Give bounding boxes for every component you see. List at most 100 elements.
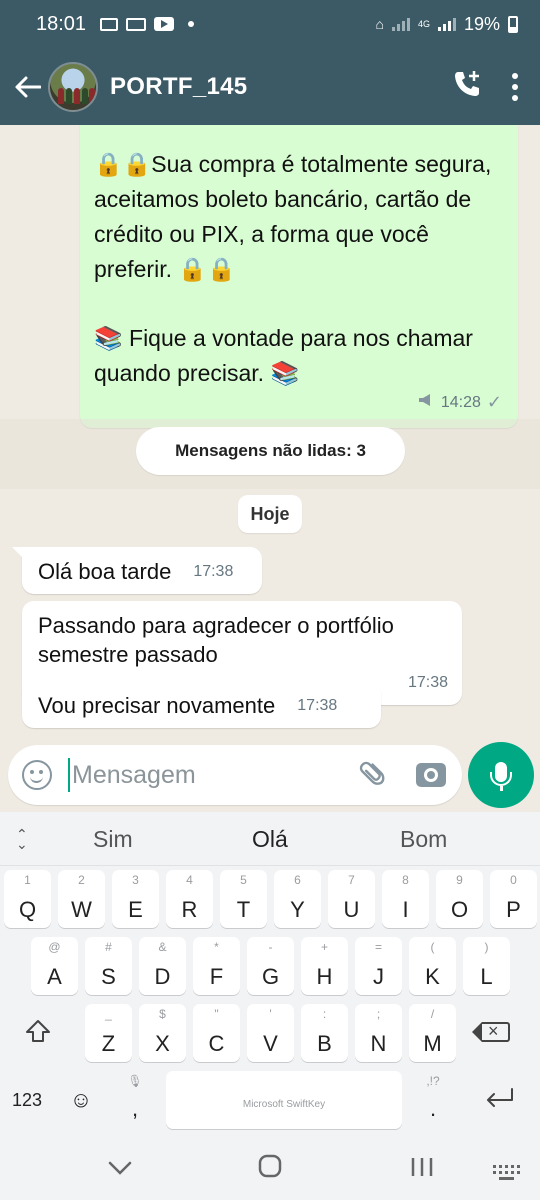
- message-input[interactable]: [72, 760, 332, 790]
- key-label: V: [263, 1031, 278, 1056]
- key-b[interactable]: :B: [301, 1004, 348, 1062]
- message-time: 17:38: [297, 697, 338, 714]
- key-o[interactable]: 9O: [436, 870, 483, 928]
- key-f[interactable]: * F: [193, 937, 240, 995]
- enter-key[interactable]: [468, 1071, 536, 1127]
- attach-icon[interactable]: [354, 754, 396, 796]
- message-input-box[interactable]: [8, 745, 462, 805]
- key-q[interactable]: 1Q: [4, 870, 51, 928]
- key-r[interactable]: 4R: [166, 870, 213, 928]
- key-hint: ': [269, 1007, 272, 1021]
- key-d[interactable]: & D: [139, 937, 186, 995]
- key-hint: #: [105, 940, 112, 954]
- key-label: X: [155, 1031, 170, 1056]
- key-hint: 8: [402, 873, 409, 887]
- key-label: F: [209, 964, 224, 989]
- key-hint: 2: [78, 873, 85, 887]
- key-hint: ): [484, 940, 489, 954]
- key-label: E: [128, 897, 143, 922]
- nav-back-icon[interactable]: [108, 1152, 132, 1183]
- mic-icon: [490, 762, 512, 791]
- key-label: K: [425, 964, 440, 989]
- expand-toolbar-icon[interactable]: ⌃ ⌄: [16, 827, 28, 851]
- more-vert-icon[interactable]: [512, 72, 518, 101]
- space-key[interactable]: Microsoft SwiftKey: [166, 1071, 402, 1129]
- youtube-icon: [154, 17, 175, 31]
- key-c[interactable]: " C: [193, 1004, 240, 1062]
- suggestion-1[interactable]: Sim: [93, 826, 133, 853]
- laptop-icon: [100, 17, 119, 31]
- key-g[interactable]: -G: [247, 937, 294, 995]
- key-i[interactable]: 8I: [382, 870, 429, 928]
- nav-home-icon[interactable]: [258, 1154, 282, 1185]
- message-text: 📚 Fique a vontade para nos chamar quando…: [94, 325, 473, 386]
- battery-icon: [508, 15, 518, 33]
- key-u[interactable]: 7U: [328, 870, 375, 928]
- add-call-icon[interactable]: [452, 69, 482, 104]
- incoming-message[interactable]: Vou precisar novamente 17:38: [22, 681, 381, 728]
- key-j[interactable]: = J: [355, 937, 402, 995]
- key-n[interactable]: ; N: [355, 1004, 402, 1062]
- nav-recents-icon[interactable]: [410, 1154, 434, 1185]
- key-w[interactable]: 2W: [58, 870, 105, 928]
- date-chip: Hoje: [238, 495, 302, 533]
- period-key-hint: ,!?: [426, 1074, 440, 1088]
- key-t[interactable]: 5T: [220, 870, 267, 928]
- numbers-key[interactable]: 123: [4, 1071, 50, 1127]
- key-label: U: [343, 897, 360, 922]
- battery-percent: 19%: [463, 13, 500, 34]
- key-hint: 9: [456, 873, 463, 887]
- key-hint: @: [48, 940, 61, 954]
- back-arrow-icon[interactable]: [8, 76, 48, 98]
- suggestion-2[interactable]: Olá: [252, 826, 288, 853]
- key-hint: :: [322, 1007, 327, 1021]
- emoji-key[interactable]: ☺: [56, 1071, 106, 1127]
- avatar[interactable]: [48, 61, 98, 112]
- status-bar: 18:01 ⌂ 4G 19%: [0, 0, 540, 48]
- key-p[interactable]: 0P: [490, 870, 537, 928]
- key-hint: 7: [348, 873, 355, 887]
- key-hint: /: [430, 1007, 435, 1021]
- contact-name[interactable]: PORTF_145: [110, 73, 247, 101]
- message-composer: [0, 742, 540, 812]
- key-hint: 1: [24, 873, 31, 887]
- key-v[interactable]: ' V: [247, 1004, 294, 1062]
- key-hint: _: [105, 1007, 112, 1021]
- incoming-message[interactable]: Olá boa tarde 17:38: [12, 547, 262, 594]
- backspace-icon: [472, 1021, 510, 1042]
- key-e[interactable]: 3E: [112, 870, 159, 928]
- key-label: O: [450, 897, 469, 922]
- voice-record-button[interactable]: [468, 742, 534, 808]
- emoji-icon[interactable]: [22, 760, 52, 790]
- cast-icon: [126, 17, 147, 31]
- outgoing-message[interactable]: 🔒🔒Sua compra é totalmente segura, aceita…: [80, 125, 518, 428]
- key-y[interactable]: 6Y: [274, 870, 321, 928]
- key-grid: 123 ☺ 🎙 , Microsoft SwiftKey ,!? . 1Q2W3…: [0, 866, 540, 1140]
- key-label: C: [208, 1031, 225, 1056]
- key-z[interactable]: _ Z: [85, 1004, 132, 1062]
- key-x[interactable]: $ X: [139, 1004, 186, 1062]
- camera-icon[interactable]: [416, 763, 446, 787]
- unread-banner: Mensagens não lidas: 3: [136, 427, 405, 475]
- key-l[interactable]: ) L: [463, 937, 510, 995]
- key-label: N: [370, 1031, 387, 1056]
- keyboard-switch-icon[interactable]: [492, 1158, 520, 1189]
- period-key[interactable]: ,!? .: [408, 1071, 458, 1127]
- key-a[interactable]: @ A: [31, 937, 78, 995]
- key-hint: -: [268, 940, 273, 954]
- comma-key[interactable]: 🎙 ,: [110, 1071, 160, 1127]
- key-label: S: [101, 964, 116, 989]
- key-s[interactable]: # S: [85, 937, 132, 995]
- key-h[interactable]: + H: [301, 937, 348, 995]
- chat-area[interactable]: 🔒🔒Sua compra é totalmente segura, aceita…: [0, 125, 540, 745]
- backspace-key[interactable]: [468, 1004, 536, 1060]
- enter-icon: [487, 1088, 513, 1107]
- suggestion-3[interactable]: Bom: [400, 826, 447, 853]
- more-notifications-icon: [188, 21, 195, 27]
- key-k[interactable]: (K: [409, 937, 456, 995]
- key-hint: (: [430, 940, 435, 954]
- alarm-icon: ⌂: [375, 16, 384, 32]
- key-hint: $: [159, 1007, 166, 1021]
- mic-hint-icon: 🎙: [127, 1074, 143, 1088]
- key-m[interactable]: / M: [409, 1004, 456, 1062]
